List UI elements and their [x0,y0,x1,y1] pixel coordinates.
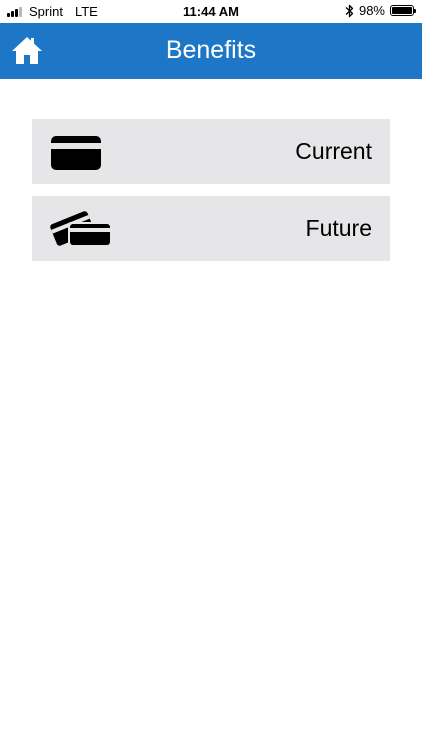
menu-item-label-current: Current [295,138,372,164]
benefits-screen: Sprint LTE 11:44 AM 98% Benefits Current… [0,0,422,750]
credit-card-icon [51,136,101,170]
status-bar: Sprint LTE 11:44 AM 98% [0,0,422,23]
status-right: 98% [345,3,416,18]
app-header: Benefits [0,23,422,79]
battery-percent: 98% [358,3,385,18]
bluetooth-icon [345,4,354,17]
page-title: Benefits [165,36,257,64]
battery-level-fill [392,7,412,14]
menu-item-label-future: Future [305,215,372,241]
menu-item-future[interactable]: Future [32,196,390,261]
menu-item-current[interactable]: Current [32,119,390,184]
battery-icon [390,5,416,16]
stacked-cards-icon [50,211,111,246]
